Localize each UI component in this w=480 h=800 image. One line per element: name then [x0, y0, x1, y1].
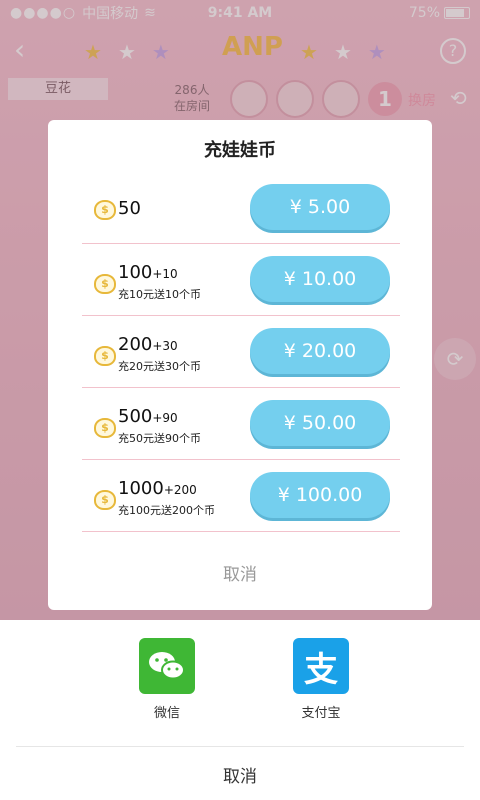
coin-amount-value: 1000 [118, 478, 164, 499]
price-button[interactable]: ¥ 5.00 [250, 184, 390, 230]
coin-bag-icon: $ [94, 274, 116, 294]
sheet-cancel-button[interactable]: 取消 [0, 762, 480, 787]
coin-bonus: +90 [152, 411, 178, 425]
recharge-option: $ 50 ¥ 5.00 [82, 172, 400, 244]
recharge-option: $ 200+30 充20元送30个币 ¥ 20.00 [82, 316, 400, 388]
dialog-title: 充娃娃币 [204, 140, 276, 161]
coin-bonus: +10 [152, 267, 178, 281]
wechat-pay-label: 微信 [153, 706, 180, 721]
coin-amount-value: 500 [118, 406, 153, 427]
recharge-dialog: 充娃娃币 $ 50 ¥ 5.00 $ 100+10 充10元送10个币 ¥ 10… [48, 120, 432, 610]
alipay-option[interactable]: 支 支付宝 [276, 638, 366, 721]
coin-bag-icon: $ [94, 490, 116, 510]
alipay-icon: 支 [293, 638, 349, 694]
bonus-note: 充10元送10个币 [118, 288, 201, 301]
bonus-note: 充50元送90个币 [118, 432, 201, 445]
bonus-note: 充100元送200个币 [118, 504, 215, 517]
price-button[interactable]: ¥ 20.00 [250, 328, 390, 374]
recharge-option: $ 1000+200 充100元送200个币 ¥ 100.00 [82, 460, 400, 532]
coin-amount-value: 100 [118, 262, 153, 283]
divider [16, 746, 464, 747]
coin-bonus: +30 [152, 339, 178, 353]
coin-bonus: +200 [163, 483, 197, 497]
coin-amount: 500+90 [118, 406, 178, 427]
recharge-option: $ 100+10 充10元送10个币 ¥ 10.00 [82, 244, 400, 316]
coin-amount: 1000+200 [118, 478, 197, 499]
price-button[interactable]: ¥ 100.00 [250, 472, 390, 518]
coin-bag-icon: $ [94, 200, 116, 220]
coin-amount: 200+30 [118, 334, 178, 355]
coin-amount: 50 [118, 198, 141, 219]
coin-bag-icon: $ [94, 418, 116, 438]
wechat-pay-option[interactable]: 微信 [122, 638, 212, 721]
price-button[interactable]: ¥ 50.00 [250, 400, 390, 446]
bonus-note: 充20元送30个币 [118, 360, 201, 373]
recharge-option: $ 500+90 充50元送90个币 ¥ 50.00 [82, 388, 400, 460]
dialog-cancel-button[interactable]: 取消 [48, 560, 432, 585]
coin-amount: 100+10 [118, 262, 178, 283]
coin-bag-icon: $ [94, 346, 116, 366]
alipay-label: 支付宝 [301, 706, 341, 721]
wechat-icon [139, 638, 195, 694]
coin-amount-value: 50 [118, 198, 141, 219]
coin-amount-value: 200 [118, 334, 153, 355]
price-button[interactable]: ¥ 10.00 [250, 256, 390, 302]
payment-sheet: 微信 支 支付宝 取消 [0, 620, 480, 800]
